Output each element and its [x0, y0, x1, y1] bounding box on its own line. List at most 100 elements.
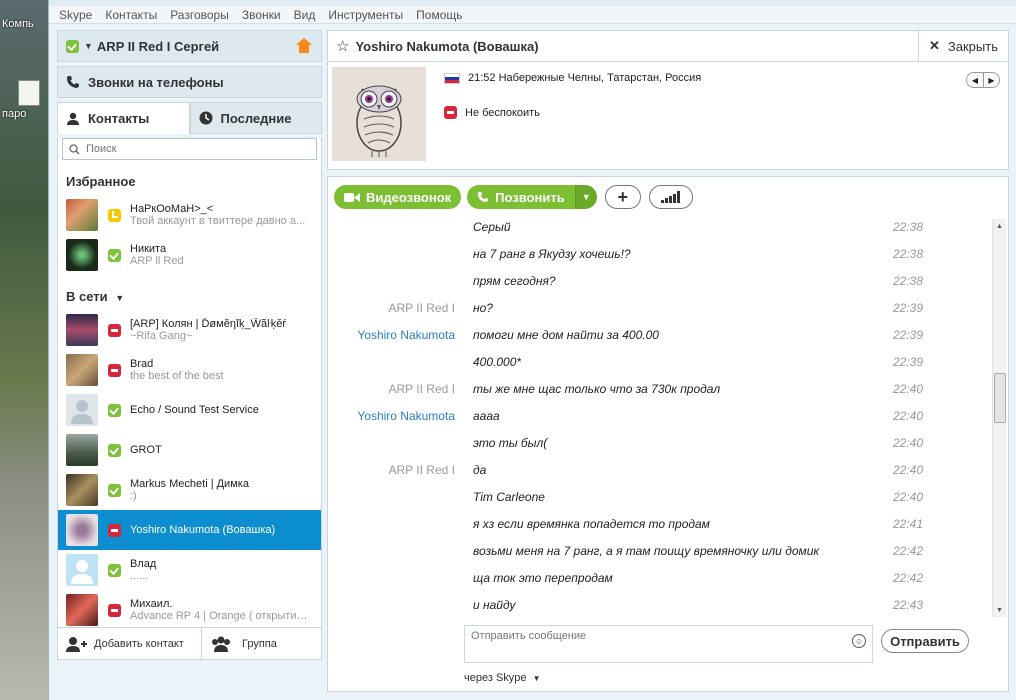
message-text: 400.000* — [473, 354, 522, 369]
tab-contacts-label: Контакты — [88, 111, 150, 126]
menu-help[interactable]: Помощь — [416, 8, 462, 22]
call-actions: Видеозвонок Позвонить ▼ + — [328, 177, 1008, 217]
menu-calls[interactable]: Звонки — [242, 8, 281, 22]
message-text: ты же мне щас только что за 730к продал — [473, 381, 721, 396]
contact-item[interactable]: Echo / Sound Test Service — [58, 390, 321, 430]
message-time: 22:40 — [892, 381, 923, 396]
message-scrollbar[interactable]: ▲ ▼ — [992, 219, 1006, 617]
search-icon — [69, 143, 80, 155]
contact-name: Yoshiro Nakumota (Вовашка) — [130, 524, 276, 536]
message-text: на 7 ранг в Якудзу хочешь!? — [473, 246, 631, 261]
scroll-down-icon[interactable]: ▼ — [993, 603, 1006, 617]
online-status-icon — [108, 563, 121, 577]
message-author[interactable]: Yoshiro Nakumota — [328, 328, 455, 342]
away-status-icon — [108, 208, 121, 222]
menu-skype[interactable]: Skype — [59, 8, 92, 22]
contact-mood: ~Rifa Gang~ — [130, 330, 193, 342]
menu-bar: Skype Контакты Разговоры Звонки Вид Инст… — [49, 6, 1016, 24]
message-author[interactable]: ARP II Red I — [328, 463, 455, 477]
location-row: 21:52 Набережные Челны, Татарстан, Росси… — [444, 72, 701, 84]
contact-item[interactable]: Влад ...... — [58, 550, 321, 590]
profile-name[interactable]: ARP II Red I Сергей — [97, 39, 295, 54]
contact-item[interactable]: Никита ARP ll Red — [58, 235, 321, 275]
message-row: Yoshiro Nakumota аааа 22:40 — [328, 402, 992, 429]
message-author[interactable]: ARP II Red I — [328, 382, 455, 396]
file-icon[interactable] — [18, 80, 40, 106]
contact-name: НаРкОоМаН>_< — [130, 203, 214, 215]
call-quality-button[interactable] — [648, 185, 693, 209]
message-composer[interactable]: ☺ — [464, 625, 873, 663]
message-text: помоги мне дом найти за 400.00 — [473, 327, 659, 342]
contact-item[interactable]: НаРкОоМаН>_< Твой аккаунт в твиттере дав… — [58, 195, 321, 235]
tab-recent[interactable]: Последние — [189, 102, 322, 134]
contact-avatar-large[interactable] — [332, 67, 426, 161]
message-row: это ты был( 22:40 — [328, 429, 992, 456]
dnd-status-icon — [108, 523, 121, 537]
message-time: 22:40 — [892, 489, 923, 504]
contact-mood: ARP ll Red — [130, 255, 184, 267]
add-participant-button[interactable]: + — [604, 185, 641, 209]
online-header[interactable]: В сети ▼ — [58, 275, 321, 310]
message-row: Yoshiro Nakumota помоги мне дом найти за… — [328, 321, 992, 348]
avatar — [66, 394, 98, 426]
message-author[interactable]: ARP II Red I — [328, 301, 455, 315]
close-button[interactable]: ✕ Закрыть — [918, 31, 1008, 61]
online-status-icon — [108, 248, 121, 262]
menu-view[interactable]: Вид — [294, 8, 316, 22]
group-button[interactable]: Группа — [202, 628, 277, 659]
contact-item[interactable]: Markus Mecheti | Димка :) — [58, 470, 321, 510]
send-via-label: через Skype — [464, 672, 527, 684]
avatar — [66, 554, 98, 586]
conversation-area: Видеозвонок Позвонить ▼ + Серый 22:38 на… — [327, 176, 1009, 692]
contact-name: Михаил. — [130, 598, 173, 610]
home-icon[interactable] — [295, 38, 313, 54]
contact-item[interactable]: [ARP] Колян | Ďøмĕηĭķ_Ŵãŀķĕŕ ~Rifa Gang~ — [58, 310, 321, 350]
call-button[interactable]: Позвонить — [467, 185, 575, 209]
online-status-icon — [108, 403, 121, 417]
contact-item[interactable]: Михаил. Advance RP 4 | Orange ( открытие… — [58, 590, 321, 630]
call-options-chevron-icon[interactable]: ▼ — [574, 185, 597, 209]
desktop-label-computer: Компь — [2, 18, 34, 30]
send-via-selector[interactable]: через Skype ▼ — [464, 672, 541, 684]
add-contact-label: Добавить контакт — [94, 637, 184, 650]
online-status-icon[interactable] — [66, 39, 79, 53]
send-button[interactable]: Отправить — [881, 629, 969, 653]
nav-prev-icon[interactable]: ◀ — [967, 73, 983, 87]
scroll-up-icon[interactable]: ▲ — [993, 219, 1006, 233]
search-box[interactable] — [62, 138, 317, 160]
message-text: прям сегодня? — [473, 273, 556, 288]
message-text: возьми меня на 7 ранг, а я там поищу вре… — [473, 543, 820, 558]
call-phones-button[interactable]: Звонки на телефоны — [57, 66, 322, 98]
menu-contacts[interactable]: Контакты — [105, 8, 157, 22]
contact-item-selected[interactable]: Yoshiro Nakumota (Вовашка) — [58, 510, 321, 550]
search-input[interactable] — [86, 143, 286, 155]
message-row: возьми меня на 7 ранг, а я там поищу вре… — [328, 537, 992, 564]
emoticon-icon[interactable]: ☺ — [852, 634, 866, 648]
desktop-background: Компь паро — [0, 0, 48, 700]
scroll-thumb[interactable] — [994, 373, 1006, 423]
message-author[interactable]: Yoshiro Nakumota — [328, 409, 455, 423]
left-panel: ▼ ARP II Red I Сергей Звонки на телефоны… — [57, 30, 322, 690]
nav-next-icon[interactable]: ▶ — [983, 73, 999, 87]
menu-conversations[interactable]: Разговоры — [170, 8, 229, 22]
avatar — [66, 199, 98, 231]
video-call-button[interactable]: Видеозвонок — [334, 185, 462, 209]
favorites-header[interactable]: Избранное — [58, 164, 321, 195]
contact-item[interactable]: GROT — [58, 430, 321, 470]
avatar — [66, 354, 98, 386]
tab-contacts[interactable]: Контакты — [57, 102, 190, 134]
message-row: прям сегодня? 22:38 — [328, 267, 992, 294]
menu-tools[interactable]: Инструменты — [328, 8, 403, 22]
message-time: 22:40 — [892, 435, 923, 450]
star-icon[interactable]: ☆ — [336, 37, 349, 55]
russia-flag-icon — [444, 72, 460, 84]
message-time: 22:38 — [892, 273, 923, 288]
status-text: Не беспокоить — [465, 106, 540, 119]
contact-item[interactable]: Brad the best of the best — [58, 350, 321, 390]
profile-bar[interactable]: ▼ ARP II Red I Сергей — [57, 30, 322, 62]
message-input[interactable] — [471, 630, 841, 658]
chevron-down-icon[interactable]: ▼ — [84, 41, 93, 51]
status-row: Не беспокоить — [444, 106, 540, 119]
add-contact-button[interactable]: Добавить контакт — [58, 628, 202, 659]
message-row: ARP II Red I но? 22:39 — [328, 294, 992, 321]
